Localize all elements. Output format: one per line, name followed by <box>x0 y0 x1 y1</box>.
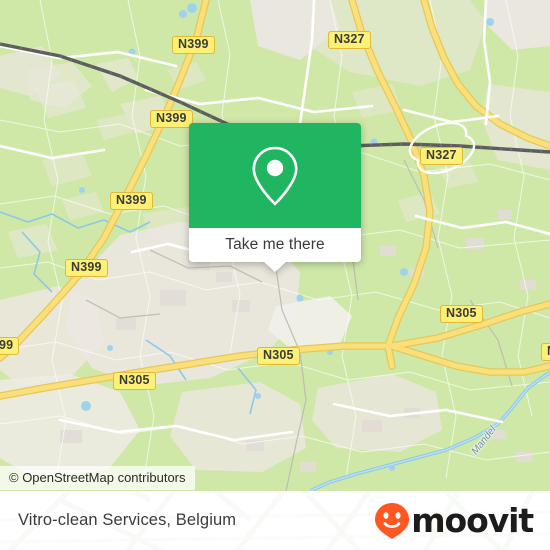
moovit-pin-smiley-icon <box>375 502 410 539</box>
take-me-there-label: Take me there <box>225 236 325 253</box>
moovit-place-card: N399 N327 N399 N327 N399 N399 99 N305 N3… <box>0 0 550 550</box>
road-shield: N399 <box>110 192 153 210</box>
road-shield: N305 <box>257 347 300 365</box>
footer-bar: Vitro-clean Services, Belgium moovit <box>0 491 550 550</box>
popup-tail <box>264 262 286 272</box>
road-shield: N327 <box>420 147 463 165</box>
map-attribution[interactable]: © OpenStreetMap contributors <box>0 466 195 490</box>
road-shield: N305 <box>113 372 156 390</box>
road-shield: N399 <box>172 36 215 54</box>
popup-image-area <box>189 123 361 228</box>
road-shield: N399 <box>65 259 108 277</box>
road-shield: N <box>541 343 550 361</box>
road-shield: N327 <box>328 31 371 49</box>
moovit-logo[interactable]: moovit <box>374 491 534 550</box>
place-title: Vitro-clean Services, Belgium <box>18 511 237 529</box>
place-popup-card[interactable]: Take me there <box>189 123 361 272</box>
map-view[interactable]: N399 N327 N399 N327 N399 N399 99 N305 N3… <box>0 0 550 491</box>
moovit-wordmark: moovit <box>411 501 534 540</box>
road-shield: 99 <box>0 337 20 355</box>
map-pin-icon <box>252 146 298 205</box>
road-shield: N399 <box>150 110 193 128</box>
popup-action-area[interactable]: Take me there <box>189 228 361 272</box>
road-shield: N305 <box>440 305 483 323</box>
